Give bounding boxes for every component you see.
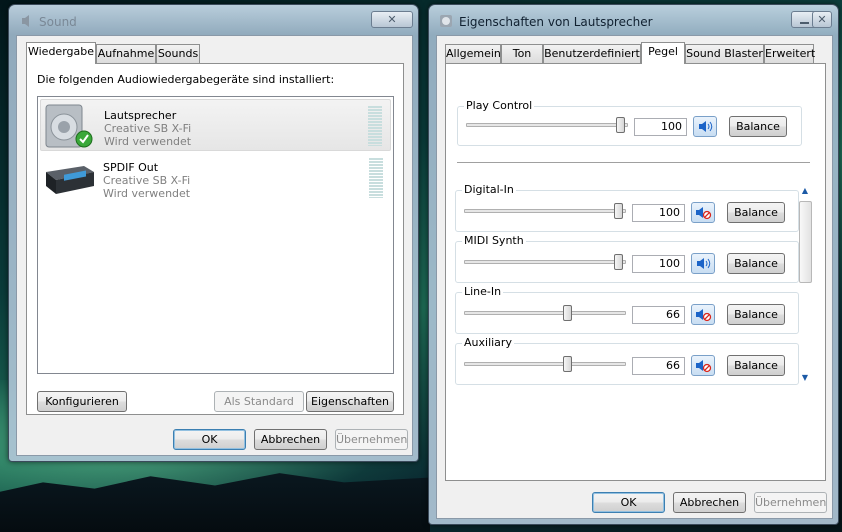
group-label: MIDI Synth (462, 234, 526, 247)
device-list[interactable]: Lautsprecher Creative SB X-Fi Wird verwe… (37, 96, 394, 374)
device-vendor: Creative SB X-Fi (103, 174, 191, 187)
tab-ton[interactable]: Ton (501, 44, 543, 63)
volume-value[interactable]: 66 (632, 306, 685, 324)
muted-speaker-icon (696, 207, 712, 220)
apply-button[interactable]: Übernehmen (335, 429, 408, 450)
tab-erweitert[interactable]: Erweitert (764, 44, 815, 63)
device-status: Wird verwendet (103, 187, 191, 200)
muted-speaker-icon (696, 360, 712, 373)
tab-sounds[interactable]: Sounds (156, 44, 200, 63)
properties-client: Allgemein Ton Benutzerdefiniert Pegel So… (436, 35, 833, 519)
properties-tabstrip: Allgemein Ton Benutzerdefiniert Pegel So… (445, 42, 825, 64)
speaker-icon (22, 15, 29, 27)
group-label: Digital-In (462, 183, 516, 196)
speaker-icon (45, 104, 93, 148)
level-group-midi-synth: MIDI Synth 100 Balance (455, 234, 799, 283)
mute-toggle[interactable] (691, 202, 715, 223)
volume-value[interactable]: 66 (632, 357, 685, 375)
balance-button[interactable]: Balance (727, 355, 785, 376)
scroll-down-icon[interactable]: ▼ (800, 373, 810, 382)
ok-button[interactable]: OK (173, 429, 246, 450)
scroll-up-icon[interactable]: ▲ (800, 186, 810, 195)
mute-toggle[interactable] (691, 355, 715, 376)
level-meter (369, 158, 383, 198)
balance-button[interactable]: Balance (727, 202, 785, 223)
mute-toggle[interactable] (691, 253, 715, 274)
apply-button[interactable]: Übernehmen (754, 492, 827, 513)
list-item-lautsprecher[interactable]: Lautsprecher Creative SB X-Fi Wird verwe… (40, 99, 391, 151)
sound-client: Wiedergabe Aufnahme Sounds Die folgenden… (16, 35, 413, 456)
speaker-icon (697, 258, 711, 269)
level-meter (368, 106, 382, 146)
volume-slider-track[interactable] (464, 311, 626, 315)
cancel-button[interactable]: Abbrechen (673, 492, 746, 513)
close-button[interactable]: ✕ (371, 11, 413, 28)
device-name: SPDIF Out (103, 161, 159, 174)
muted-speaker-icon (696, 309, 712, 322)
volume-slider-track[interactable] (464, 362, 626, 366)
sound-window-title: Sound (39, 15, 77, 29)
properties-window: Eigenschaften von Lautsprecher ✕ Allgeme… (428, 4, 839, 525)
properties-button[interactable]: Eigenschaften (306, 391, 394, 412)
tab-aufnahme[interactable]: Aufnahme (96, 44, 156, 63)
level-group-line-in: Line-In 66 Balance (455, 285, 799, 334)
volume-slider-track[interactable] (464, 209, 626, 213)
list-item-spdif-out[interactable]: SPDIF Out Creative SB X-Fi Wird verwende… (40, 152, 391, 204)
pegel-panel: Play Control 100 Balance Digital-In 100 … (445, 63, 826, 481)
scrollbar-thumb[interactable] (799, 201, 812, 283)
tab-benutzerdefiniert[interactable]: Benutzerdefiniert (543, 44, 641, 63)
volume-value[interactable]: 100 (634, 118, 687, 136)
properties-titlebar[interactable]: Eigenschaften von Lautsprecher ✕ (429, 5, 838, 35)
mute-toggle[interactable] (693, 116, 717, 137)
speaker-icon (699, 121, 713, 132)
spdif-device-icon (46, 166, 94, 194)
configure-button[interactable]: Konfigurieren (37, 391, 127, 412)
mute-toggle[interactable] (691, 304, 715, 325)
volume-slider-thumb[interactable] (616, 117, 625, 133)
level-group-digital-in: Digital-In 100 Balance (455, 183, 799, 232)
group-label: Line-In (462, 285, 504, 298)
device-status: Wird verwendet (104, 135, 192, 148)
tab-wiedergabe[interactable]: Wiedergabe (26, 42, 96, 64)
set-default-button[interactable]: Als Standard (214, 391, 304, 412)
sound-titlebar[interactable]: Sound ✕ (9, 5, 418, 35)
level-group-play-control: Play Control 100 Balance (457, 99, 802, 146)
volume-slider-track[interactable] (464, 260, 626, 264)
volume-slider-thumb[interactable] (614, 254, 623, 270)
intro-text: Die folgenden Audiowiedergabegeräte sind… (37, 73, 335, 86)
volume-slider-thumb[interactable] (563, 305, 572, 321)
volume-value[interactable]: 100 (632, 204, 685, 222)
speaker-icon (440, 15, 452, 27)
wiedergabe-panel: Die folgenden Audiowiedergabegeräte sind… (26, 63, 404, 415)
tab-pegel[interactable]: Pegel (641, 42, 685, 64)
volume-slider-thumb[interactable] (563, 356, 572, 372)
volume-slider-track[interactable] (466, 123, 628, 127)
balance-button[interactable]: Balance (729, 116, 787, 137)
group-label: Auxiliary (462, 336, 514, 349)
sound-window: Sound ✕ Wiedergabe Aufnahme Sounds Die f… (8, 4, 419, 462)
properties-window-title: Eigenschaften von Lautsprecher (459, 15, 653, 29)
device-vendor: Creative SB X-Fi (104, 122, 192, 135)
ok-button[interactable]: OK (592, 492, 665, 513)
tab-allgemein[interactable]: Allgemein (445, 44, 501, 63)
tab-sound-blaster[interactable]: Sound Blaster (685, 44, 764, 63)
separator (457, 162, 810, 163)
device-name: Lautsprecher (104, 109, 177, 122)
group-label: Play Control (464, 99, 535, 112)
volume-slider-thumb[interactable] (614, 203, 623, 219)
balance-button[interactable]: Balance (727, 304, 785, 325)
volume-value[interactable]: 100 (632, 255, 685, 273)
sound-tabstrip: Wiedergabe Aufnahme Sounds (26, 42, 326, 64)
level-group-auxiliary: Auxiliary 66 Balance (455, 336, 799, 385)
balance-button[interactable]: Balance (727, 253, 785, 274)
cancel-button[interactable]: Abbrechen (254, 429, 327, 450)
close-button[interactable]: ✕ (812, 11, 832, 28)
